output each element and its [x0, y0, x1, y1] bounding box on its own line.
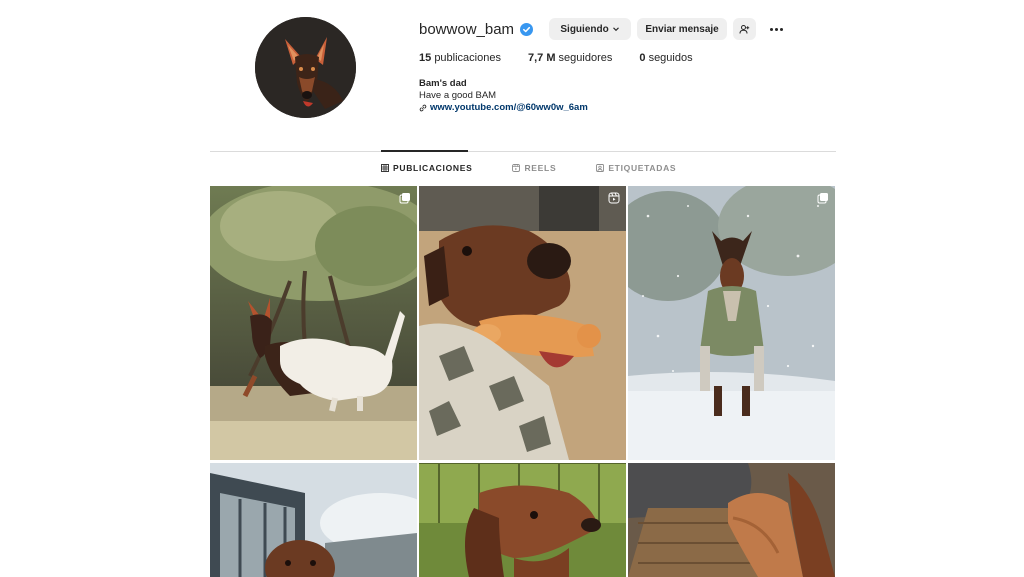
posts-label: publicaciones [434, 52, 501, 64]
post-image [210, 186, 417, 460]
multi-photo-icon [399, 193, 410, 204]
following-count: 0 [639, 52, 646, 64]
post-image [628, 186, 835, 460]
following-label: seguidos [648, 52, 693, 64]
tab-reels[interactable]: REELS [512, 163, 556, 173]
followers-label: seguidores [558, 52, 613, 64]
link-icon [419, 104, 427, 112]
bio-text: Have a good BAM [419, 90, 497, 101]
post-tile[interactable] [419, 463, 626, 577]
reel-icon [608, 192, 620, 204]
post-tile[interactable] [210, 186, 417, 460]
tabs-divider [210, 151, 836, 152]
post-image [628, 463, 835, 577]
dog-avatar-image [255, 17, 356, 118]
username: bowwow_bam [419, 20, 515, 38]
post-image [419, 186, 626, 460]
tab-tagged-label: ETIQUETADAS [608, 163, 677, 173]
tab-reels-label: REELS [524, 163, 557, 173]
bio-name: Bam's dad [419, 78, 467, 89]
profile-bio: Bam's dad Have a good BAM www.youtube.co… [419, 78, 839, 114]
post-tile[interactable] [628, 463, 835, 577]
post-image [210, 463, 417, 577]
profile-avatar[interactable] [255, 17, 356, 118]
verified-badge-icon [520, 22, 534, 36]
followers-stat[interactable]: 7,7 M seguidores [528, 52, 612, 64]
chevron-down-icon [612, 27, 619, 32]
suggested-users-button[interactable] [733, 18, 757, 40]
following-stat[interactable]: 0 seguidos [639, 52, 692, 64]
tab-tagged[interactable]: ETIQUETADAS [596, 163, 676, 173]
followers-count: 7,7 M [527, 52, 556, 64]
send-message-button[interactable]: Enviar mensaje [637, 18, 728, 40]
post-tile[interactable] [210, 463, 417, 577]
posts-stat[interactable]: 15 publicaciones [419, 52, 501, 64]
send-message-label: Enviar mensaje [645, 23, 719, 35]
profile-info: bowwow_bam Siguiendo Enviar mensaje 15 p… [419, 16, 839, 114]
post-tile[interactable] [419, 186, 626, 460]
reels-icon [512, 164, 521, 172]
following-button[interactable]: Siguiendo [549, 18, 632, 40]
active-tab-indicator [381, 150, 468, 152]
bio-link-text: www.youtube.com/@60ww0w_6am [430, 102, 588, 113]
tagged-icon [596, 164, 605, 172]
tab-posts-label: PUBLICACIONES [393, 163, 473, 173]
profile-tabs: PUBLICACIONES REELS ETIQUETADAS [381, 163, 676, 173]
grid-icon [381, 164, 389, 172]
post-tile[interactable] [628, 186, 835, 460]
more-options-icon[interactable] [770, 18, 784, 40]
post-image [419, 463, 626, 577]
profile-stats: 15 publicaciones 7,7 M seguidores 0 segu… [419, 52, 839, 64]
multi-photo-icon [817, 193, 828, 204]
posts-count: 15 [419, 52, 432, 64]
following-button-label: Siguiendo [560, 23, 609, 35]
profile-header-row: bowwow_bam Siguiendo Enviar mensaje [419, 16, 839, 42]
add-user-icon [739, 24, 750, 34]
bio-link[interactable]: www.youtube.com/@60ww0w_6am [419, 102, 839, 114]
tab-posts[interactable]: PUBLICACIONES [381, 163, 472, 173]
